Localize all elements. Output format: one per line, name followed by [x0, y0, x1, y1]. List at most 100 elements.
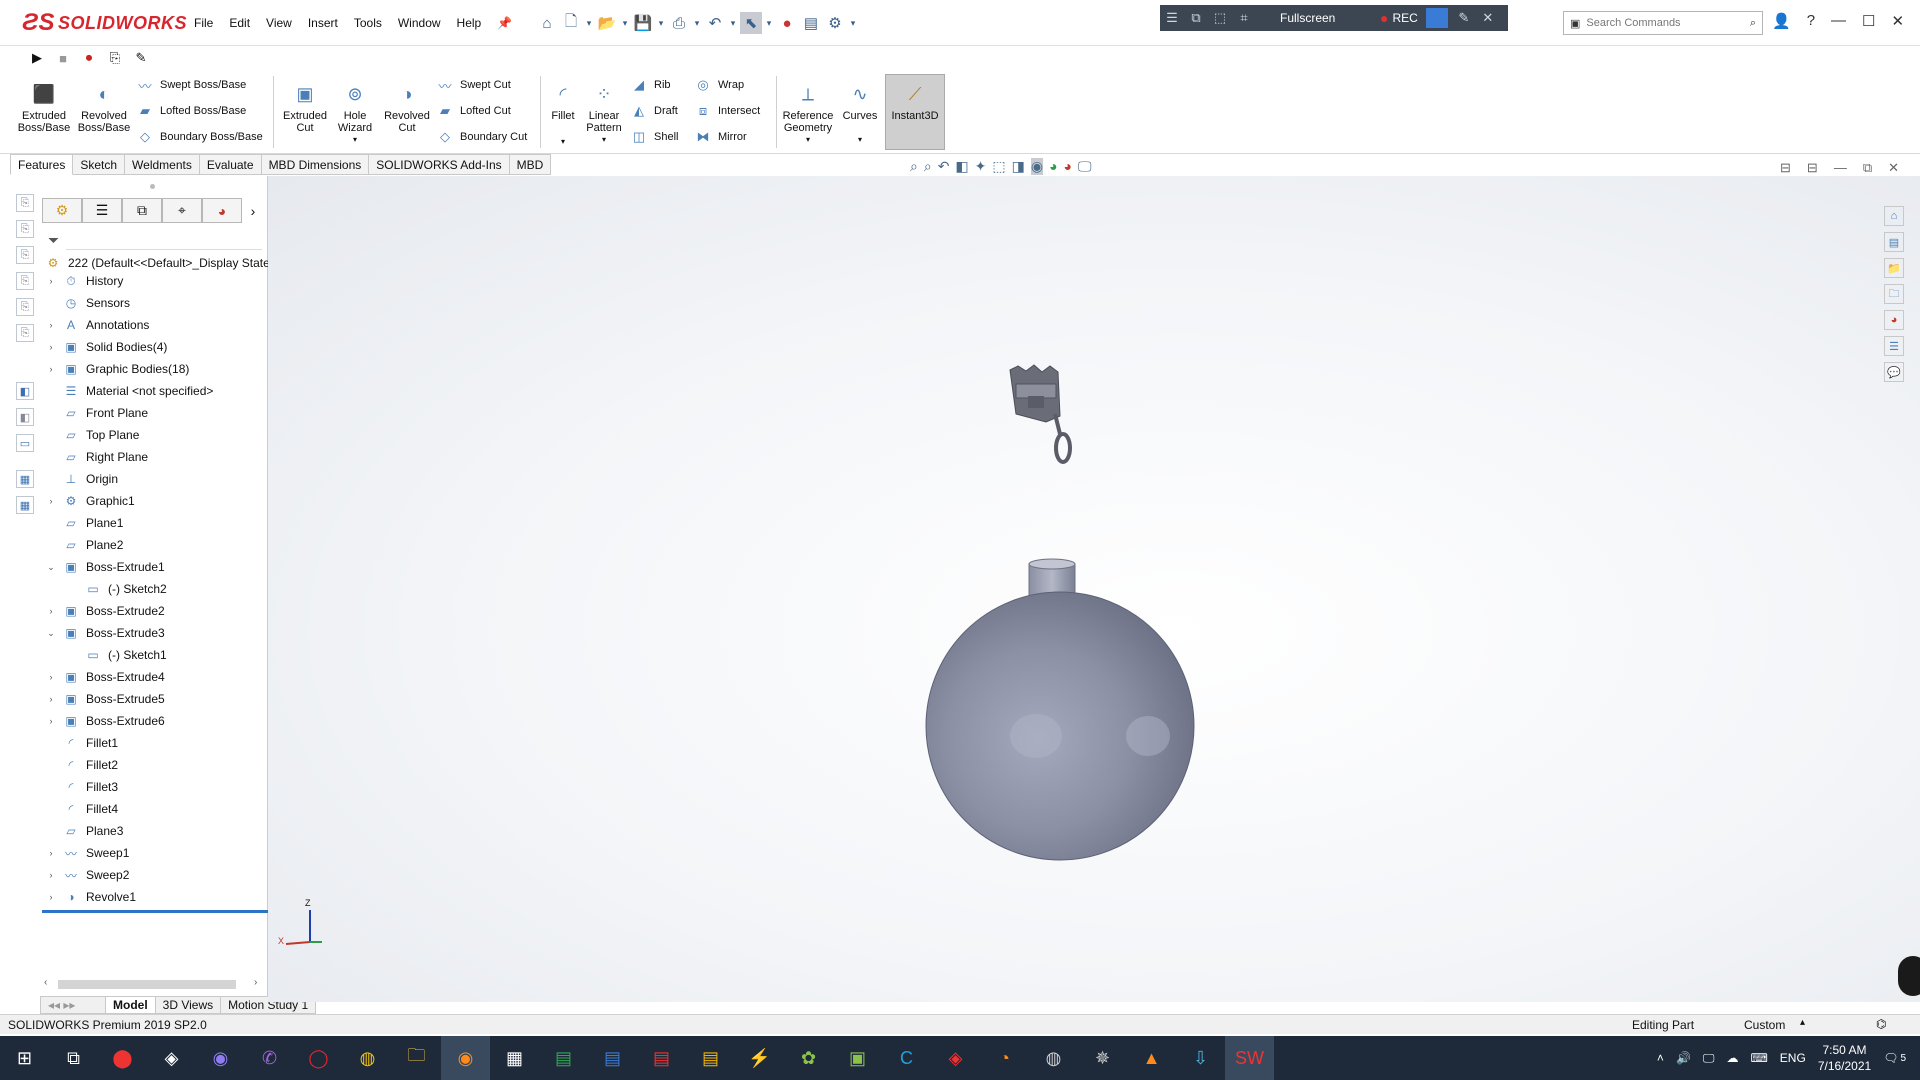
menu-file[interactable]: File: [186, 14, 221, 32]
tab-sketch[interactable]: Sketch: [73, 154, 126, 175]
scroll-right-icon[interactable]: ›: [254, 977, 257, 988]
revolved-boss-button[interactable]: ◐ Revolved Boss/Base: [76, 82, 132, 134]
dropdown-icon[interactable]: ▾: [561, 136, 565, 148]
sphere-model[interactable]: [925, 558, 1195, 861]
draft-button[interactable]: ◭ Draft: [630, 102, 678, 120]
notification-icon[interactable]: 🗨: [1883, 1051, 1898, 1065]
menu-lines-icon[interactable]: ☰: [1160, 10, 1184, 26]
menu-insert[interactable]: Insert: [300, 14, 346, 32]
blue-square-icon[interactable]: [1425, 8, 1448, 28]
unit-system-selector[interactable]: Custom: [1744, 1018, 1785, 1032]
tree-item[interactable]: ◜ Fillet2: [44, 754, 118, 776]
stop-icon[interactable]: ■: [52, 51, 74, 66]
language-indicator[interactable]: ENG: [1780, 1051, 1806, 1065]
zoom-to-area-icon[interactable]: ⌕: [924, 158, 932, 175]
resources-icon[interactable]: ▤: [1884, 232, 1904, 252]
strip-icon[interactable]: ◧: [16, 382, 34, 400]
opera-icon[interactable]: ◯: [294, 1036, 343, 1080]
expand-toggle-icon[interactable]: ›: [44, 716, 58, 726]
macro-new-icon[interactable]: ⎘: [104, 50, 126, 66]
linear-pattern-button[interactable]: ⁘ Linear Pattern ▾: [584, 82, 624, 146]
lofted-cut-button[interactable]: ▰ Lofted Cut: [436, 102, 511, 120]
previous-view-icon[interactable]: ↶: [938, 158, 950, 175]
dropdown-icon[interactable]: ▾: [728, 12, 738, 34]
tree-item[interactable]: ▱ Front Plane: [44, 402, 148, 424]
dropdown-icon[interactable]: ▾: [353, 134, 357, 146]
feature-tree-tab-icon[interactable]: ⚙: [42, 198, 82, 223]
strip-icon[interactable]: ⎘: [16, 220, 34, 238]
side-expand-handle[interactable]: [1898, 956, 1920, 996]
curves-button[interactable]: ∿ Curves ▾: [838, 82, 882, 146]
strip-icon[interactable]: ◧: [16, 408, 34, 426]
maximize-icon[interactable]: ☐: [1862, 12, 1875, 30]
tab-evaluate[interactable]: Evaluate: [199, 154, 262, 175]
view-settings-icon[interactable]: 🖵: [1078, 158, 1092, 175]
filter-icon[interactable]: ⏷: [48, 232, 59, 249]
tag-icon[interactable]: ⌬: [1876, 1017, 1886, 1031]
dropdown-icon[interactable]: ▾: [656, 12, 666, 34]
configuration-tab-icon[interactable]: ⧉: [122, 198, 162, 223]
volume-icon[interactable]: 🔊: [1676, 1051, 1691, 1065]
tree-item[interactable]: › A Annotations: [44, 314, 150, 336]
dropdown-icon[interactable]: ▾: [806, 134, 810, 146]
window-capture-icon[interactable]: ⧉: [1184, 10, 1208, 26]
pin-icon[interactable]: 📌: [489, 14, 520, 32]
tree-item[interactable]: ▱ Right Plane: [44, 446, 148, 468]
custom-properties-icon[interactable]: ☰: [1884, 336, 1904, 356]
strip-icon[interactable]: ▭: [16, 434, 34, 452]
intersect-button[interactable]: ⧈ Intersect: [694, 102, 760, 120]
play-icon[interactable]: ▶: [26, 50, 48, 66]
tab-addins[interactable]: SOLIDWORKS Add-Ins: [369, 154, 510, 175]
dropdown-icon[interactable]: ▾: [692, 12, 702, 34]
tab-3d-views[interactable]: 3D Views: [155, 996, 222, 1014]
tile-icon[interactable]: ⊟: [1807, 160, 1818, 176]
expand-toggle-icon[interactable]: ›: [44, 848, 58, 858]
strip-icon[interactable]: ▦: [16, 496, 34, 514]
user-icon[interactable]: 👤: [1772, 12, 1791, 30]
hide-show-icon[interactable]: ◉: [1030, 158, 1044, 175]
tree-item[interactable]: ◷ Sensors: [44, 292, 130, 314]
expand-toggle-icon[interactable]: ›: [44, 320, 58, 330]
forum-icon[interactable]: 💬: [1884, 362, 1904, 382]
app-icon[interactable]: ⇩: [1176, 1036, 1225, 1080]
swept-cut-button[interactable]: 〰 Swept Cut: [436, 76, 510, 94]
file-properties-icon[interactable]: ▤: [800, 12, 822, 34]
menu-help[interactable]: Help: [449, 14, 490, 32]
dropdown-icon[interactable]: ▾: [602, 134, 606, 146]
design-library-icon[interactable]: 📁: [1884, 258, 1904, 278]
save-icon[interactable]: 💾: [632, 12, 654, 34]
network-icon[interactable]: 🖵: [1703, 1051, 1715, 1066]
tab-model[interactable]: Model: [106, 996, 156, 1014]
expand-toggle-icon[interactable]: ›: [44, 606, 58, 616]
dimxpert-tab-icon[interactable]: ⌖: [162, 198, 202, 223]
strip-icon[interactable]: ⎘: [16, 324, 34, 342]
tab-mbd[interactable]: MBD: [509, 154, 552, 175]
expand-toggle-icon[interactable]: ⌄: [44, 628, 58, 639]
tree-item[interactable]: › ▣ Boss-Extrude2: [44, 600, 165, 622]
scroll-left-icon[interactable]: ‹: [44, 977, 47, 988]
nav-arrows-icon[interactable]: ◂◂ ▸▸: [40, 996, 106, 1014]
pause-record-icon[interactable]: ⏺: [78, 50, 100, 66]
tree-item[interactable]: › 〰 Sweep2: [44, 864, 130, 886]
tree-item[interactable]: ◜ Fillet1: [44, 732, 118, 754]
rec-label[interactable]: REC: [1392, 11, 1417, 25]
viber-icon[interactable]: ✆: [245, 1036, 294, 1080]
print-icon[interactable]: ⎙: [668, 12, 690, 34]
app-icon[interactable]: ▤: [637, 1036, 686, 1080]
tree-item[interactable]: ⌄ ▣ Boss-Extrude1: [44, 556, 164, 578]
close-icon[interactable]: ✕: [1891, 12, 1904, 30]
tree-item[interactable]: › ◑ Revolve1: [44, 886, 137, 908]
discord-icon[interactable]: ◉: [196, 1036, 245, 1080]
horizontal-scrollbar[interactable]: ‹ ›: [44, 977, 264, 991]
scenes-icon[interactable]: ◕: [1064, 158, 1072, 175]
expand-toggle-icon[interactable]: ›: [44, 496, 58, 506]
steam-icon[interactable]: ◈: [147, 1036, 196, 1080]
hole-wizard-button[interactable]: ⊚ Hole Wizard ▾: [332, 82, 378, 146]
blender-icon[interactable]: ◔: [980, 1036, 1029, 1080]
search-icon[interactable]: ⌕: [1750, 17, 1756, 30]
swept-boss-button[interactable]: 〰 Swept Boss/Base: [136, 76, 246, 94]
close-icon[interactable]: ✕: [1888, 160, 1899, 176]
file-explorer-icon[interactable]: 🗀: [392, 1036, 441, 1080]
tile-icon[interactable]: ⊟: [1780, 160, 1791, 176]
app-icon[interactable]: ▤: [588, 1036, 637, 1080]
